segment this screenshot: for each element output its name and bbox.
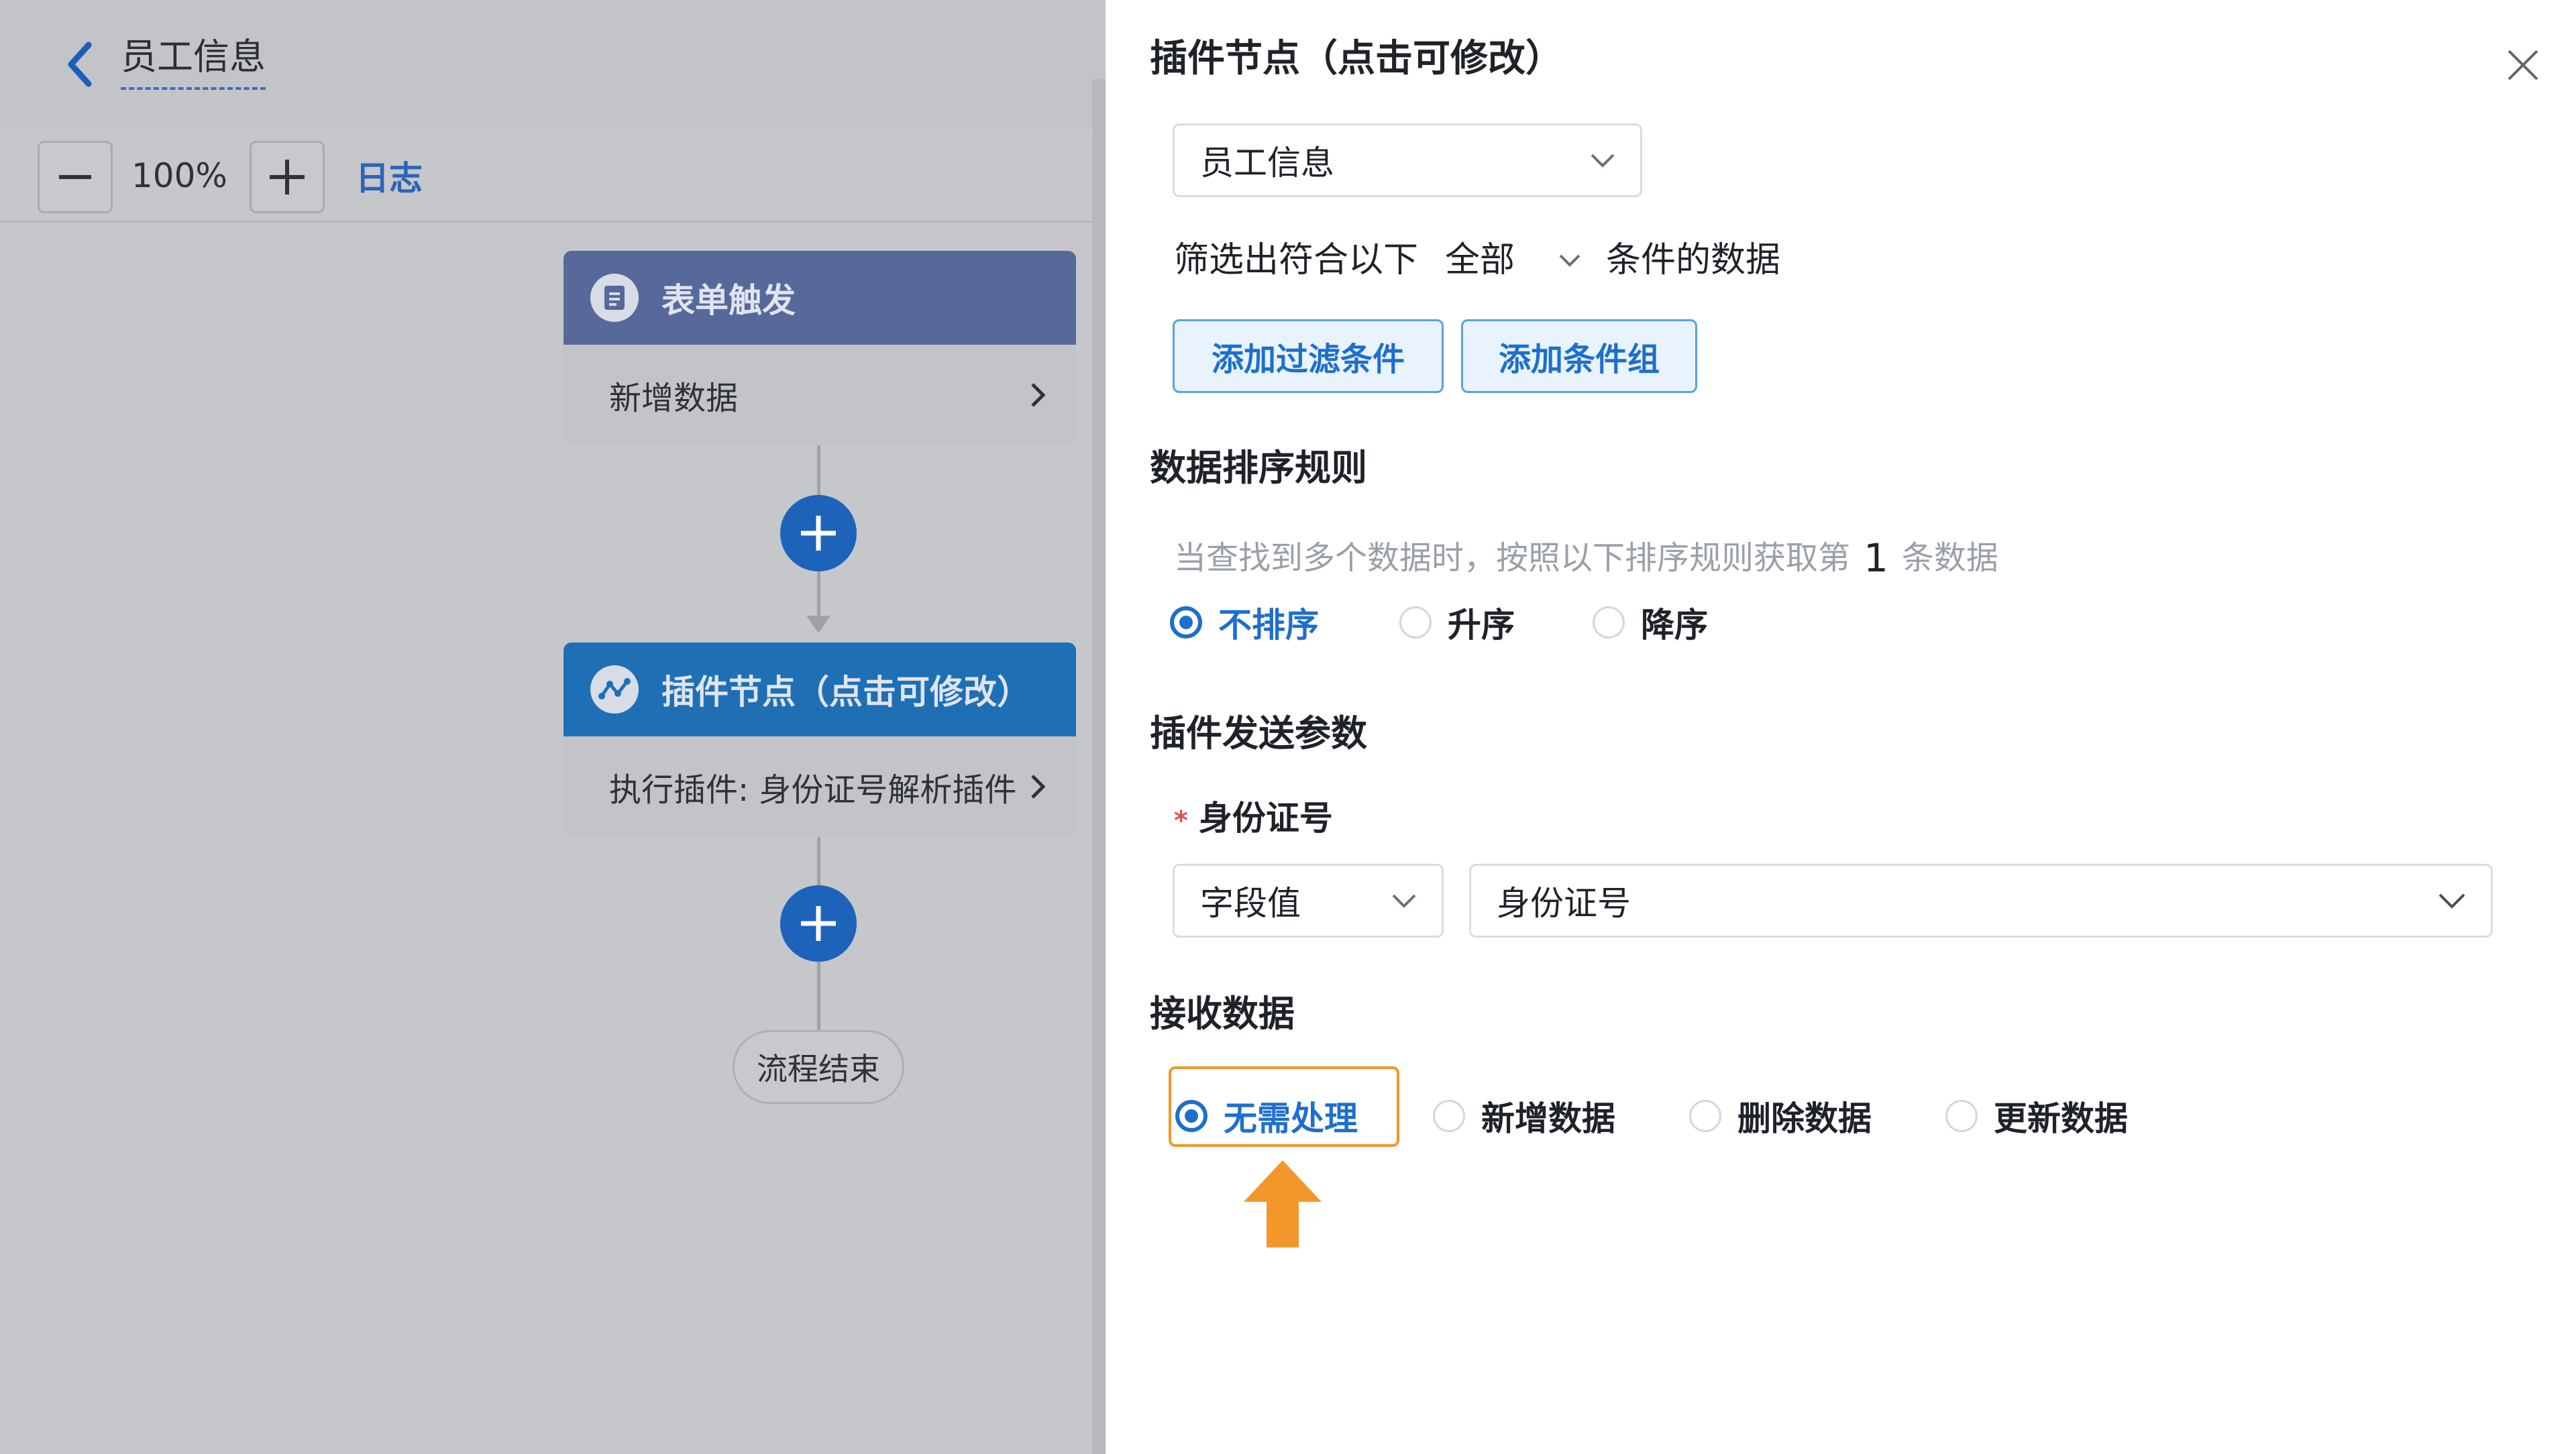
form-select-value: 员工信息: [1200, 144, 1334, 182]
add-node-button[interactable]: [780, 885, 857, 962]
radio-checked-icon: [1175, 1100, 1208, 1132]
required-mark: *: [1174, 805, 1188, 836]
chevron-down-icon: [1559, 254, 1580, 267]
filter-suffix: 条件的数据: [1606, 240, 1781, 280]
plugin-node-title: 插件节点（点击可修改）: [661, 673, 1030, 712]
add-filter-button[interactable]: 添加过滤条件: [1173, 319, 1444, 393]
radio-unchecked-icon: [1945, 1100, 1978, 1132]
plus-icon: [801, 516, 836, 551]
zoom-out-button[interactable]: [38, 141, 113, 213]
sort-option-label: 升序: [1448, 606, 1515, 645]
filter-prefix: 筛选出符合以下: [1174, 240, 1419, 280]
sort-hint-suffix: 条数据: [1901, 539, 1998, 577]
add-node-button[interactable]: [780, 495, 857, 571]
plus-icon: [270, 160, 305, 194]
trigger-node-body[interactable]: 新增数据: [564, 345, 1076, 445]
plugin-config-drawer: 插件节点（点击可修改） 员工信息 筛选出符合以下 全部 条件的数据 添加过滤条件…: [1106, 0, 2576, 1454]
sort-hint-count: 1: [1864, 535, 1888, 581]
chevron-right-icon: [1031, 775, 1046, 799]
connector-line: [817, 962, 820, 1030]
sort-hint-text: 当查找到多个数据时，按照以下排序规则获取第: [1174, 539, 1851, 577]
close-button[interactable]: [2500, 42, 2546, 89]
add-condition-group-button[interactable]: 添加条件组: [1461, 319, 1697, 393]
plugin-icon: [590, 665, 639, 714]
trigger-node[interactable]: 表单触发 新增数据: [564, 251, 1076, 445]
filter-mode-select[interactable]: 全部: [1445, 235, 1582, 286]
receive-option-label: 新增数据: [1481, 1099, 1615, 1138]
chevron-down-icon: [1591, 154, 1615, 168]
zoom-level: 100%: [131, 156, 227, 195]
value-field-select[interactable]: 身份证号: [1469, 864, 2493, 938]
drawer-title: 插件节点（点击可修改）: [1150, 37, 1563, 80]
receive-option-none[interactable]: 无需处理: [1175, 1092, 1433, 1140]
form-select[interactable]: 员工信息: [1173, 123, 1642, 197]
chevron-right-icon: [1031, 383, 1046, 407]
radio-unchecked-icon: [1689, 1100, 1721, 1132]
radio-unchecked-icon: [1593, 606, 1625, 638]
connector-line: [817, 445, 820, 495]
plugin-node-body[interactable]: 执行插件: 身份证号解析插件: [564, 736, 1076, 837]
document-title[interactable]: 员工信息: [121, 32, 266, 90]
chevron-down-icon: [1392, 894, 1416, 908]
sort-option-none[interactable]: 不排序: [1170, 598, 1399, 647]
trigger-node-label: 新增数据: [609, 380, 739, 417]
close-icon: [2508, 50, 2538, 80]
receive-option-label: 删除数据: [1737, 1099, 1872, 1138]
connector-arrow-icon: [806, 616, 830, 633]
connector-line: [817, 837, 820, 887]
chevron-left-icon: [68, 42, 92, 87]
filter-mode-value: 全部: [1445, 240, 1515, 280]
sort-option-asc[interactable]: 升序: [1399, 598, 1593, 647]
back-button[interactable]: [59, 38, 99, 91]
canvas-scrollbar[interactable]: [1092, 79, 1106, 1454]
id-number-label: * 身份证号: [1174, 794, 1333, 845]
pointer-arrow-icon: [1244, 1160, 1322, 1247]
flow-end-node: 流程结束: [733, 1030, 904, 1104]
canvas-header: 员工信息: [0, 0, 1106, 129]
plugin-node-label: 执行插件: 身份证号解析插件: [609, 771, 1017, 809]
sort-option-desc[interactable]: 降序: [1593, 598, 1708, 647]
receive-option-delete[interactable]: 删除数据: [1689, 1092, 1945, 1140]
value-type-select[interactable]: 字段值: [1173, 864, 1444, 938]
id-number-label-text: 身份证号: [1198, 799, 1333, 838]
form-icon: [590, 274, 639, 322]
receive-option-label: 更新数据: [1994, 1099, 2128, 1138]
canvas-toolbar: 100% 日志: [0, 131, 1106, 223]
plugin-node[interactable]: 插件节点（点击可修改） 执行插件: 身份证号解析插件: [564, 642, 1076, 837]
sort-radio-group: 不排序 升序 降序: [1170, 598, 1708, 647]
sort-hint: 当查找到多个数据时，按照以下排序规则获取第 1 条数据: [1174, 534, 1998, 582]
filter-condition-line: 筛选出符合以下 全部 条件的数据: [1174, 235, 1780, 286]
radio-unchecked-icon: [1399, 606, 1432, 638]
connector-line: [817, 571, 820, 616]
radio-unchecked-icon: [1433, 1100, 1465, 1132]
receive-option-update[interactable]: 更新数据: [1945, 1092, 2128, 1140]
log-link[interactable]: 日志: [356, 152, 423, 205]
chevron-down-icon: [2438, 893, 2465, 909]
value-type-value: 字段值: [1200, 884, 1301, 923]
flow-canvas: 员工信息 100% 日志 表单触发 新增数据 插件节点（点击可修改） 执行插件:…: [0, 0, 1106, 1454]
trigger-node-title: 表单触发: [661, 281, 796, 320]
receive-option-label: 无需处理: [1224, 1099, 1358, 1138]
sort-option-label: 不排序: [1218, 606, 1319, 645]
plugin-node-header: 插件节点（点击可修改）: [564, 642, 1076, 736]
plus-icon: [801, 906, 836, 941]
receive-option-add[interactable]: 新增数据: [1433, 1092, 1689, 1140]
value-field-value: 身份证号: [1497, 884, 1631, 923]
params-section-title: 插件发送参数: [1150, 712, 1367, 754]
trigger-node-header: 表单触发: [564, 251, 1076, 345]
radio-checked-icon: [1170, 606, 1202, 638]
sort-section-title: 数据排序规则: [1150, 447, 1367, 489]
receive-radio-group: 无需处理 新增数据 删除数据 更新数据: [1175, 1092, 2128, 1140]
sort-option-label: 降序: [1641, 606, 1708, 645]
zoom-in-button[interactable]: [250, 141, 325, 213]
minus-icon: [59, 175, 91, 179]
receive-section-title: 接收数据: [1150, 993, 1295, 1035]
